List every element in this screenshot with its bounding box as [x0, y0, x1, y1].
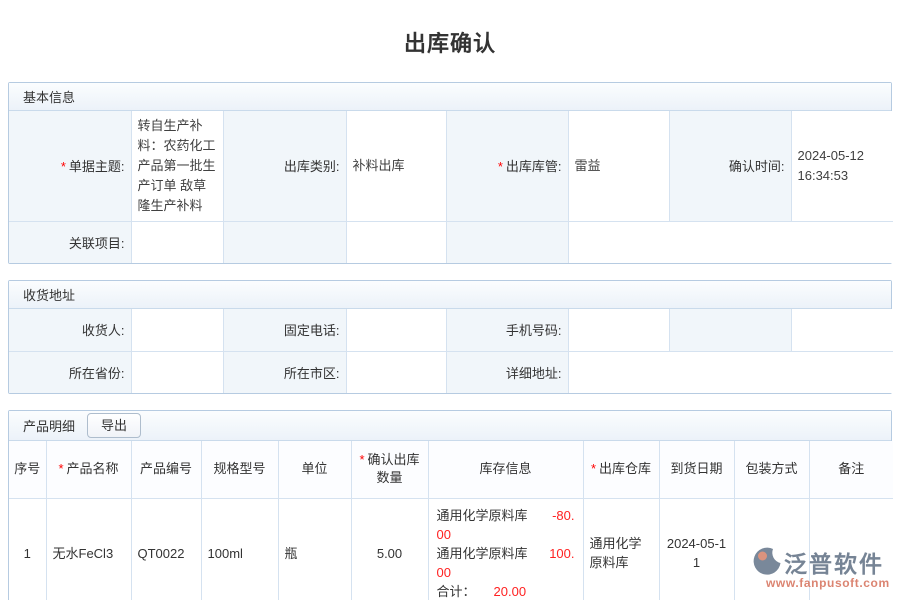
product-row: 1 无水FeCl3 QT0022 100ml 瓶 5.00 通用化学原料库-80…: [9, 498, 893, 600]
address-label: 详细地址:: [506, 366, 562, 381]
cell-confirm-qty: 5.00: [351, 498, 428, 600]
page-title: 出库确认: [0, 26, 900, 58]
empty-value-cell: [568, 221, 893, 263]
keeper-value: 雷益: [575, 158, 601, 173]
product-table: 序号 *产品名称 产品编号 规格型号 单位 *确认出库数量 库存信息 *出库仓库…: [9, 441, 893, 600]
delivery-address-header: 收货地址: [9, 281, 891, 309]
city-label-cell: 所在市区:: [223, 351, 346, 393]
category-label: 出库类别:: [284, 159, 340, 174]
keeper-label: 出库库管:: [506, 159, 562, 174]
required-asterisk: *: [61, 159, 66, 174]
category-value-cell: 补料出库: [346, 111, 446, 221]
required-asterisk: *: [498, 159, 503, 174]
address-label-cell: 详细地址:: [446, 351, 568, 393]
empty-label-cell: [446, 221, 568, 263]
col-header-confirm-qty: *确认出库数量: [351, 441, 428, 498]
section-delivery-address: 收货地址 收货人: 固定电话:: [8, 280, 892, 394]
subject-label: 单据主题:: [69, 159, 125, 174]
required-asterisk: *: [359, 452, 364, 467]
receiver-value-cell: [131, 309, 223, 351]
cell-inventory-info: 通用化学原料库-80. 00 通用化学原料库100. 00: [428, 498, 583, 600]
cell-remark: [809, 498, 893, 600]
cell-arrival-date: 2024-05-11: [659, 498, 734, 600]
receiver-label: 收货人:: [82, 323, 125, 338]
mobile-value-cell: [568, 309, 669, 351]
subject-value-cell: 转自生产补料：农药化工产品第一批生产订单 敌草隆生产补料: [131, 111, 223, 221]
city-value-cell: [346, 351, 446, 393]
product-details-title: 产品明细: [23, 416, 75, 435]
province-value-cell: [131, 351, 223, 393]
basic-info-table: *单据主题: 转自生产补料：农药化工产品第一批生产订单 敌草隆生产补料 出库类别…: [9, 111, 893, 263]
cell-product-name: 无水FeCl3: [46, 498, 131, 600]
related-project-label: 关联项目:: [69, 236, 125, 251]
cell-unit: 瓶: [278, 498, 351, 600]
col-header-warehouse: *出库仓库: [583, 441, 659, 498]
col-header-unit: 单位: [278, 441, 351, 498]
confirm-time-label: 确认时间:: [729, 159, 785, 174]
inventory-line: 00: [437, 525, 575, 544]
inventory-total-line: 合计：20.00: [437, 582, 575, 600]
inventory-line: 通用化学原料库-80.: [437, 506, 575, 525]
related-project-label-cell: 关联项目:: [9, 221, 131, 263]
subject-value: 转自生产补料：农药化工产品第一批生产订单 敌草隆生产补料: [138, 116, 217, 216]
export-button[interactable]: 导出: [87, 413, 141, 438]
cell-warehouse: 通用化学原料库: [583, 498, 659, 600]
keeper-value-cell: 雷益: [568, 111, 669, 221]
delivery-address-table: 收货人: 固定电话: 手机号码:: [9, 309, 893, 393]
receiver-label-cell: 收货人:: [9, 309, 131, 351]
col-header-seq: 序号: [9, 441, 46, 498]
empty-value-cell: [346, 221, 446, 263]
landline-label-cell: 固定电话:: [223, 309, 346, 351]
basic-info-header: 基本信息: [9, 83, 891, 111]
col-header-inventory-info: 库存信息: [428, 441, 583, 498]
subject-label-cell: *单据主题:: [9, 111, 131, 221]
landline-value-cell: [346, 309, 446, 351]
col-header-packaging: 包装方式: [734, 441, 809, 498]
section-basic-info: 基本信息 *单据主题: 转自生产补料：农药化工产品第一批生产订单 敌草隆生产补料…: [8, 82, 892, 264]
cell-packaging: [734, 498, 809, 600]
section-product-details: 产品明细 导出 序号 *产品名称 产品编号 规格型号 单位 *确认出库数量 库存…: [8, 410, 892, 600]
cell-seq: 1: [9, 498, 46, 600]
mobile-label: 手机号码:: [506, 323, 562, 338]
outbound-confirmation-page: 出库确认 基本信息 *单据主题: 转自生产补料：农药化工产品第一批生产订单 敌草…: [0, 0, 900, 600]
col-header-remark: 备注: [809, 441, 893, 498]
empty-label-cell: [669, 309, 791, 351]
confirm-time-label-cell: 确认时间:: [669, 111, 791, 221]
landline-label: 固定电话:: [284, 323, 340, 338]
col-header-spec: 规格型号: [201, 441, 278, 498]
col-header-product-code: 产品编号: [131, 441, 201, 498]
province-label-cell: 所在省份:: [9, 351, 131, 393]
inventory-line: 00: [437, 563, 575, 582]
col-header-arrival-date: 到货日期: [659, 441, 734, 498]
city-label: 所在市区:: [284, 366, 340, 381]
keeper-label-cell: *出库库管:: [446, 111, 568, 221]
mobile-label-cell: 手机号码:: [446, 309, 568, 351]
empty-label-cell: [223, 221, 346, 263]
product-details-header: 产品明细 导出: [9, 411, 891, 441]
province-label: 所在省份:: [69, 366, 125, 381]
cell-product-code: QT0022: [131, 498, 201, 600]
related-project-value-cell: [131, 221, 223, 263]
confirm-time-value-cell: 2024-05-12 16:34:53: [791, 111, 893, 221]
cell-spec: 100ml: [201, 498, 278, 600]
inventory-line: 通用化学原料库100.: [437, 544, 575, 563]
inventory-info: 通用化学原料库-80. 00 通用化学原料库100. 00: [435, 506, 577, 600]
category-value: 补料出库: [353, 158, 405, 173]
address-value-cell: [568, 351, 893, 393]
category-label-cell: 出库类别:: [223, 111, 346, 221]
confirm-time-value: 2024-05-12 16:34:53: [798, 146, 888, 186]
required-asterisk: *: [58, 461, 63, 476]
delivery-address-title: 收货地址: [23, 285, 75, 304]
col-header-product-name: *产品名称: [46, 441, 131, 498]
basic-info-title: 基本信息: [23, 87, 75, 106]
empty-value-cell: [791, 309, 893, 351]
required-asterisk: *: [591, 461, 596, 476]
